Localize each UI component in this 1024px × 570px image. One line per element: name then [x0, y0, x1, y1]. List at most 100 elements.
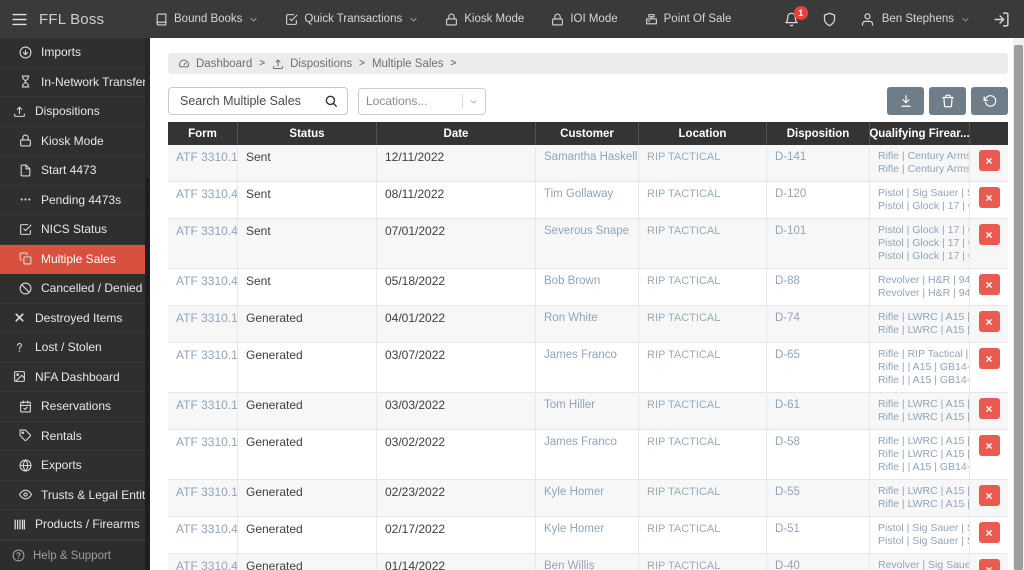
- qualifying-firearms-cell: Rifle | RIP Tactical | FL Rifle | | A15 …: [870, 343, 970, 392]
- delete-selected-button[interactable]: [929, 87, 966, 115]
- delete-row-button[interactable]: ×: [978, 311, 1000, 332]
- sidebar-item-kiosk-mode[interactable]: Kiosk Mode: [0, 127, 150, 156]
- form-link[interactable]: ATF 3310.4: [176, 224, 237, 238]
- cash-register-icon: [645, 13, 658, 26]
- disposition-link[interactable]: D-120: [775, 188, 806, 200]
- customer-link[interactable]: James Franco: [544, 349, 617, 361]
- disposition-link[interactable]: D-65: [775, 349, 800, 361]
- column-header-customer[interactable]: Customer: [536, 122, 639, 145]
- location-cell: RIP TACTICAL: [639, 219, 767, 268]
- search-icon[interactable]: [324, 94, 338, 108]
- sidebar-item-pending-4473s[interactable]: Pending 4473s: [0, 186, 150, 215]
- disposition-link[interactable]: D-141: [775, 151, 806, 163]
- nav-item-label: Bound Books: [174, 13, 243, 25]
- sidebar-item-help-support[interactable]: Help & Support: [0, 540, 150, 570]
- customer-link[interactable]: Tom Hiller: [544, 399, 595, 411]
- sidebar-item-start-4473[interactable]: Start 4473: [0, 156, 150, 186]
- disposition-link[interactable]: D-101: [775, 225, 806, 237]
- form-link[interactable]: ATF 3310.12: [176, 485, 237, 499]
- sidebar-item-products-firearms[interactable]: Products / Firearms: [0, 510, 150, 540]
- form-link[interactable]: ATF 3310.12: [176, 348, 237, 362]
- sidebar-item-multiple-sales[interactable]: Multiple Sales: [0, 244, 150, 274]
- sidebar-item-destroyed-items[interactable]: Destroyed Items: [0, 304, 150, 333]
- form-link[interactable]: ATF 3310.4: [176, 559, 237, 570]
- breadcrumb-dashboard[interactable]: Dashboard: [196, 58, 252, 70]
- disposition-link[interactable]: D-51: [775, 523, 800, 535]
- search-input[interactable]: [178, 93, 324, 109]
- customer-link[interactable]: James Franco: [544, 436, 617, 448]
- nav-quick-transactions[interactable]: Quick Transactions: [285, 13, 418, 26]
- column-header-location[interactable]: Location: [639, 122, 767, 145]
- breadcrumb-multiple-sales[interactable]: Multiple Sales: [372, 58, 444, 70]
- nav-kiosk-mode[interactable]: Kiosk Mode: [445, 13, 524, 26]
- delete-row-button[interactable]: ×: [978, 435, 1000, 456]
- sidebar-item-imports[interactable]: Imports: [0, 38, 150, 68]
- customer-link[interactable]: Severous Snape: [544, 225, 629, 237]
- sidebar-item-nics-status[interactable]: NICS Status: [0, 215, 150, 245]
- delete-row-button[interactable]: ×: [978, 150, 1000, 171]
- disposition-link[interactable]: D-61: [775, 399, 800, 411]
- sidebar-item-reservations[interactable]: Reservations: [0, 392, 150, 422]
- delete-row-button[interactable]: ×: [978, 274, 1000, 295]
- copy-icon: [19, 252, 32, 265]
- customer-link[interactable]: Samantha Haskell: [544, 151, 637, 163]
- delete-row-button[interactable]: ×: [978, 522, 1000, 543]
- delete-row-button[interactable]: ×: [978, 224, 1000, 245]
- column-header-status[interactable]: Status: [238, 122, 377, 145]
- form-link[interactable]: ATF 3310.4: [176, 274, 237, 288]
- column-header-disposition[interactable]: Disposition: [767, 122, 870, 145]
- form-link[interactable]: ATF 3310.4: [176, 522, 237, 536]
- sidebar-item-in-network-transfers[interactable]: In-Network Transfers: [0, 68, 150, 97]
- nav-ioi-mode[interactable]: IOI Mode: [551, 13, 618, 26]
- locations-select[interactable]: Locations...: [358, 87, 486, 115]
- disposition-link[interactable]: D-58: [775, 436, 800, 448]
- disposition-link[interactable]: D-74: [775, 312, 800, 324]
- topbar-right-cluster: 1 Ben Stephens: [784, 5, 1024, 28]
- form-link[interactable]: ATF 3310.12: [176, 150, 237, 164]
- customer-link[interactable]: Bob Brown: [544, 275, 600, 287]
- page-scrollbar[interactable]: [1013, 38, 1024, 570]
- refresh-button[interactable]: [971, 87, 1008, 115]
- form-link[interactable]: ATF 3310.12: [176, 435, 237, 449]
- download-button[interactable]: [887, 87, 924, 115]
- nav-bound-books[interactable]: Bound Books: [155, 13, 258, 26]
- customer-link[interactable]: Kyle Homer: [544, 523, 604, 535]
- sidebar-item-nfa-dashboard[interactable]: NFA Dashboard: [0, 363, 150, 392]
- user-menu[interactable]: Ben Stephens: [860, 12, 970, 27]
- column-header-date[interactable]: Date: [377, 122, 536, 145]
- page-scrollbar-thumb[interactable]: [1014, 45, 1023, 570]
- form-link[interactable]: ATF 3310.4: [176, 187, 237, 201]
- sidebar-item-cancelled-denied[interactable]: Cancelled / Denied: [0, 274, 150, 304]
- delete-row-button[interactable]: ×: [978, 559, 1000, 570]
- disposition-link[interactable]: D-40: [775, 560, 800, 570]
- delete-row-button[interactable]: ×: [978, 348, 1000, 369]
- shield-icon[interactable]: [822, 12, 837, 27]
- breadcrumb-dispositions[interactable]: Dispositions: [290, 58, 352, 70]
- sidebar-item-exports[interactable]: Exports: [0, 451, 150, 481]
- disposition-link[interactable]: D-88: [775, 275, 800, 287]
- customer-link[interactable]: Ben Willis: [544, 560, 594, 570]
- notifications-button[interactable]: 1: [784, 5, 808, 27]
- sidebar-item-lost-stolen[interactable]: Lost / Stolen: [0, 333, 150, 363]
- sidebar-item-rentals[interactable]: Rentals: [0, 422, 150, 451]
- sidebar-item-dispositions[interactable]: Dispositions: [0, 97, 150, 127]
- sign-out-icon[interactable]: [993, 11, 1010, 28]
- customer-link[interactable]: Kyle Homer: [544, 486, 604, 498]
- form-link[interactable]: ATF 3310.12: [176, 398, 237, 412]
- delete-row-button[interactable]: ×: [978, 485, 1000, 506]
- delete-row-button[interactable]: ×: [978, 398, 1000, 419]
- sidebar-item-trusts-legal-entities[interactable]: Trusts & Legal Entities: [0, 481, 150, 510]
- chevron-down-icon: [961, 15, 970, 24]
- nav-point-of-sale[interactable]: Point Of Sale: [645, 13, 731, 26]
- column-header-qualifying-firearms[interactable]: Qualifying Firear...: [870, 122, 970, 145]
- chevron-down-icon: [469, 97, 478, 106]
- customer-link[interactable]: Ron White: [544, 312, 598, 324]
- delete-row-button[interactable]: ×: [978, 187, 1000, 208]
- form-link[interactable]: ATF 3310.12: [176, 311, 237, 325]
- column-header-form[interactable]: Form: [168, 122, 238, 145]
- customer-link[interactable]: Tim Gollaway: [544, 188, 613, 200]
- disposition-link[interactable]: D-55: [775, 486, 800, 498]
- hamburger-menu-icon[interactable]: [11, 11, 28, 28]
- status-cell: Generated: [238, 430, 377, 479]
- nav-item-label: Quick Transactions: [304, 13, 403, 25]
